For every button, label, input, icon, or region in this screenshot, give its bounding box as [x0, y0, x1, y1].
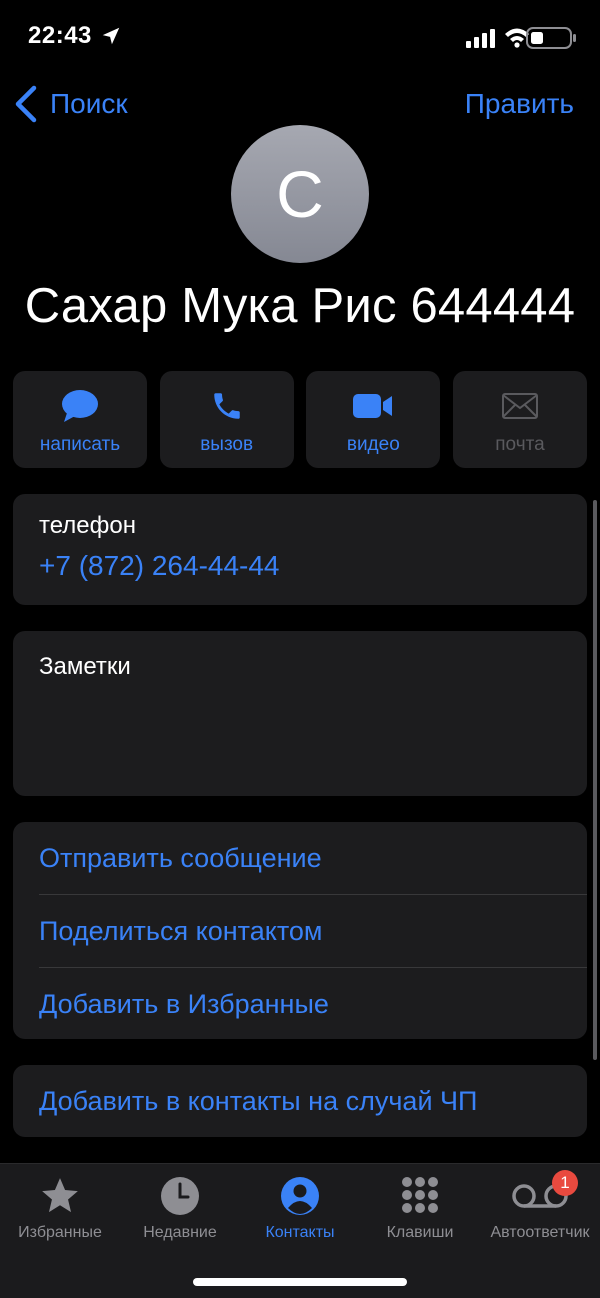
phone-icon: [213, 393, 240, 419]
cellular-signal-icon: [466, 29, 495, 48]
phone-card: телефон +7 (872) 264-44-44: [13, 494, 587, 605]
chevron-left-icon: [15, 85, 37, 123]
battery-icon: [526, 27, 576, 49]
send-message-link[interactable]: Отправить сообщение: [39, 822, 587, 894]
tab-keypad-label: Клавиши: [386, 1224, 454, 1241]
voicemail-badge: 1: [552, 1170, 578, 1196]
video-camera-icon: [353, 394, 393, 418]
star-icon: [42, 1178, 78, 1213]
tab-favorites[interactable]: Избранные: [0, 1174, 120, 1242]
status-time: 22:43: [28, 22, 92, 49]
back-label: Поиск: [50, 88, 128, 119]
quick-actions: написать вызов видео почта: [13, 371, 587, 468]
scrollbar[interactable]: [593, 500, 597, 1060]
tab-favorites-label: Избранные: [18, 1224, 102, 1241]
person-circle-icon: [281, 1177, 319, 1215]
mail-action-label: почта: [495, 434, 545, 455]
message-action-label: написать: [39, 434, 121, 455]
envelope-icon: [501, 393, 538, 419]
message-bubble-icon: [62, 390, 98, 422]
tab-keypad[interactable]: Клавиши: [360, 1174, 480, 1242]
emergency-card: Добавить в контакты на случай ЧП: [13, 1065, 587, 1137]
tab-voicemail[interactable]: Автоответчик 1: [480, 1170, 600, 1242]
share-contact-link[interactable]: Поделиться контактом: [39, 895, 587, 967]
phone-number-link[interactable]: +7 (872) 264-44-44: [39, 550, 280, 582]
back-button[interactable]: Поиск: [12, 84, 128, 124]
clock-icon: [161, 1177, 199, 1215]
tab-contacts-label: Контакты: [265, 1224, 335, 1241]
contact-name: Сахар Мука Рис 644444: [24, 279, 576, 333]
avatar: С: [231, 125, 369, 263]
status-bar: 22:43: [0, 0, 600, 70]
home-indicator[interactable]: [193, 1278, 407, 1286]
location-arrow-icon: [102, 27, 120, 45]
call-action-button[interactable]: вызов: [159, 371, 294, 468]
add-emergency-contact-link[interactable]: Добавить в контакты на случай ЧП: [39, 1065, 587, 1137]
notes-label: Заметки: [39, 653, 131, 680]
call-action-label: вызов: [200, 434, 254, 455]
contact-actions-list: Отправить сообщение Поделиться контактом…: [13, 822, 587, 1039]
notes-card[interactable]: Заметки: [13, 631, 587, 796]
tab-recents-label: Недавние: [143, 1224, 217, 1241]
tab-voicemail-label: Автоответчик: [490, 1224, 590, 1241]
tab-recents[interactable]: Недавние: [120, 1174, 240, 1242]
video-action-button[interactable]: видео: [306, 371, 441, 468]
mail-action-button[interactable]: почта: [452, 371, 587, 468]
add-to-favorites-link[interactable]: Добавить в Избранные: [39, 968, 587, 1040]
tab-contacts[interactable]: Контакты: [240, 1174, 360, 1242]
edit-button[interactable]: Править: [465, 88, 574, 120]
phone-label: телефон: [39, 512, 136, 539]
keypad-icon: [402, 1177, 438, 1213]
video-action-label: видео: [346, 434, 400, 455]
tab-bar: Избранные Недавние Контакты Клавиши Авто…: [0, 1163, 600, 1298]
message-action-button[interactable]: написать: [13, 371, 147, 468]
